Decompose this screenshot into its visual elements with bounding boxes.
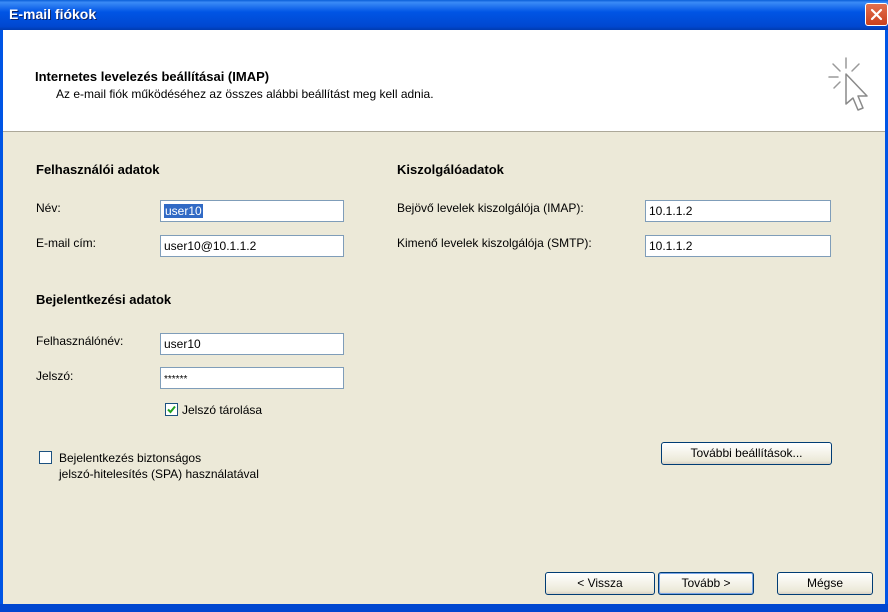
back-button[interactable]: < Vissza (545, 572, 655, 595)
password-label: Jelszó: (36, 369, 74, 383)
password-input[interactable]: ****** (160, 367, 344, 389)
server-info-heading: Kiszolgálóadatok (397, 162, 504, 177)
next-button[interactable]: Tovább > (658, 572, 754, 595)
checkmark-icon (167, 405, 176, 414)
username-input[interactable]: user10 (160, 333, 344, 355)
window-title: E-mail fiókok (9, 6, 97, 22)
email-input-value: user10@10.1.1.2 (164, 239, 257, 253)
name-input-value: user10 (164, 204, 203, 218)
title-bar[interactable]: E-mail fiókok (0, 0, 888, 30)
more-settings-button[interactable]: További beállítások... (661, 442, 832, 465)
spa-checkbox[interactable] (39, 451, 52, 464)
username-label: Felhasználónév: (36, 334, 124, 348)
email-input[interactable]: user10@10.1.1.2 (160, 235, 344, 257)
password-input-value: ****** (164, 374, 188, 385)
email-accounts-dialog: E-mail fiókok Internetes levelezés beáll… (0, 0, 888, 612)
username-input-value: user10 (164, 337, 201, 351)
email-label: E-mail cím: (36, 236, 96, 250)
incoming-server-input[interactable]: 10.1.1.2 (645, 200, 831, 222)
outgoing-server-value: 10.1.1.2 (649, 239, 693, 253)
spa-label-line1: Bejelentkezés biztonságos (59, 451, 202, 465)
login-info-heading: Bejelentkezési adatok (36, 292, 172, 307)
outgoing-server-label: Kimenő levelek kiszolgálója (SMTP): (397, 236, 592, 250)
remember-password-label: Jelszó tárolása (182, 403, 263, 417)
window-frame-left (0, 30, 3, 612)
cancel-button[interactable]: Mégse (777, 572, 873, 595)
user-info-heading: Felhasználói adatok (36, 162, 160, 177)
window-frame-bottom (0, 604, 888, 612)
spa-label-line2: jelszó-hitelesítés (SPA) használatával (59, 467, 259, 481)
header-subtitle: Az e-mail fiók működéséhez az összes alá… (56, 87, 434, 101)
remember-password-checkbox[interactable] (165, 403, 178, 416)
close-button[interactable] (865, 3, 888, 26)
incoming-server-value: 10.1.1.2 (649, 204, 693, 218)
name-input[interactable]: user10 (160, 200, 344, 222)
incoming-server-label: Bejövő levelek kiszolgálója (IMAP): (397, 201, 584, 215)
close-icon (870, 8, 883, 21)
name-label: Név: (36, 201, 61, 215)
header-title: Internetes levelezés beállításai (IMAP) (35, 69, 270, 84)
outgoing-server-input[interactable]: 10.1.1.2 (645, 235, 831, 257)
wizard-header: Internetes levelezés beállításai (IMAP) … (0, 30, 888, 132)
wizard-cursor-icon (828, 57, 868, 111)
